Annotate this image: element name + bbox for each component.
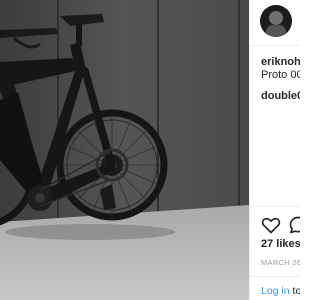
- caption-text: Proto 00: [261, 69, 300, 81]
- actions-divider: [250, 206, 300, 207]
- comment-icon[interactable]: [288, 215, 300, 235]
- login-link[interactable]: Log in: [261, 285, 290, 297]
- post-image[interactable]: [0, 0, 249, 300]
- footer-divider: [250, 276, 300, 277]
- heart-icon[interactable]: [261, 215, 281, 235]
- login-prompt: Log in to: [261, 285, 300, 298]
- post-date[interactable]: MARCH 26,: [261, 258, 300, 268]
- header-divider: [250, 45, 300, 46]
- avatar[interactable]: [260, 5, 292, 37]
- comment-username[interactable]: double00: [261, 90, 300, 103]
- likes-count[interactable]: 27 likes: [261, 238, 300, 251]
- post-side-panel: eriknohlin Proto 00 double00 27 likes MA…: [249, 0, 300, 300]
- login-prompt-text: to: [292, 285, 300, 297]
- caption-username[interactable]: eriknohlin: [261, 56, 300, 69]
